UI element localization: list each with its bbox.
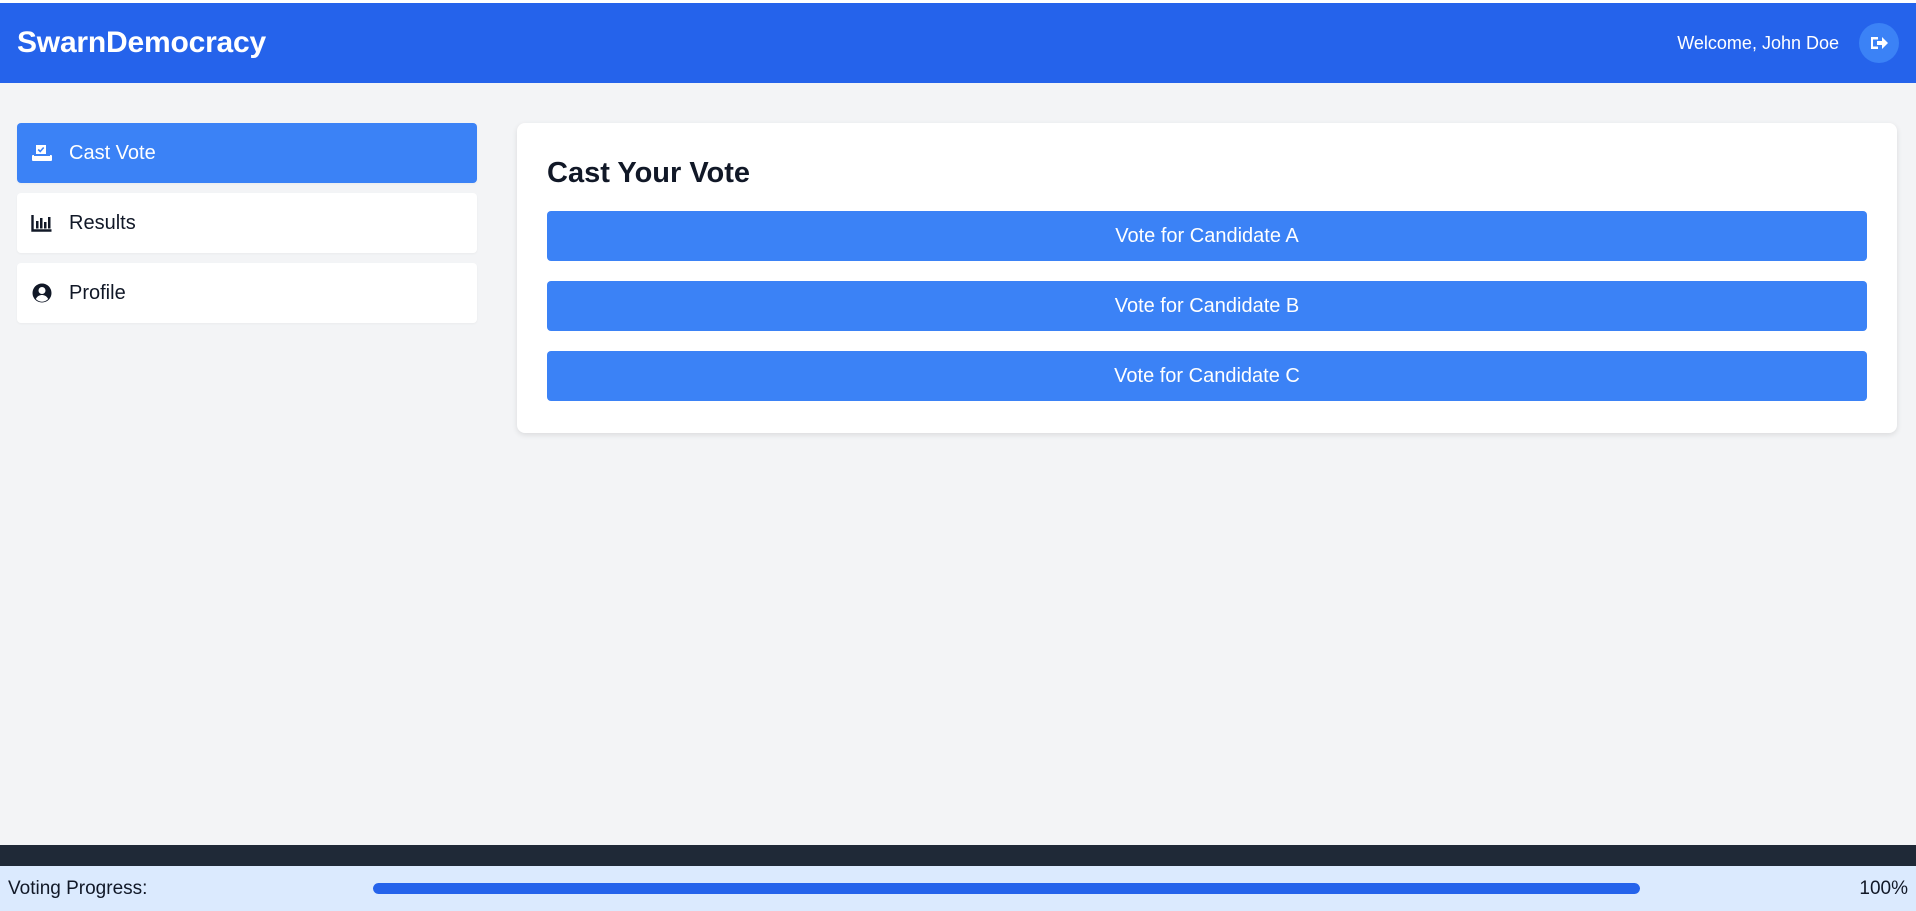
vote-candidate-b-button[interactable]: Vote for Candidate B [547, 281, 1867, 331]
sign-out-icon [1871, 37, 1888, 49]
sidebar: Cast Vote Results Profile [17, 123, 477, 333]
footer-divider [0, 845, 1916, 866]
logout-button[interactable] [1859, 23, 1899, 63]
sidebar-item-results[interactable]: Results [17, 193, 477, 253]
vote-card: Cast Your Vote Vote for Candidate A Vote… [517, 123, 1897, 433]
header-user-area: Welcome, John Doe [1677, 23, 1899, 63]
sidebar-item-label: Profile [69, 281, 126, 304]
ballot-box-icon [31, 142, 53, 164]
app-header: SwarnDemocracy Welcome, John Doe [0, 3, 1916, 83]
sidebar-item-cast-vote[interactable]: Cast Vote [17, 123, 477, 183]
progress-value: 100% [1859, 877, 1908, 899]
progress-fill [373, 883, 1640, 894]
sidebar-item-profile[interactable]: Profile [17, 263, 477, 323]
progress-track [373, 883, 1640, 894]
vote-candidate-c-button[interactable]: Vote for Candidate C [547, 351, 1867, 401]
vote-candidate-a-button[interactable]: Vote for Candidate A [547, 211, 1867, 261]
bar-chart-icon [31, 212, 53, 234]
progress-label: Voting Progress: [8, 877, 148, 899]
brand-logo[interactable]: SwarnDemocracy [17, 26, 266, 60]
sidebar-item-label: Results [69, 211, 136, 234]
user-circle-icon [31, 282, 53, 304]
voting-progress-bar: Voting Progress: 100% [0, 866, 1916, 911]
welcome-text: Welcome, John Doe [1677, 32, 1839, 53]
page-title: Cast Your Vote [547, 157, 751, 189]
sidebar-item-label: Cast Vote [69, 141, 156, 164]
